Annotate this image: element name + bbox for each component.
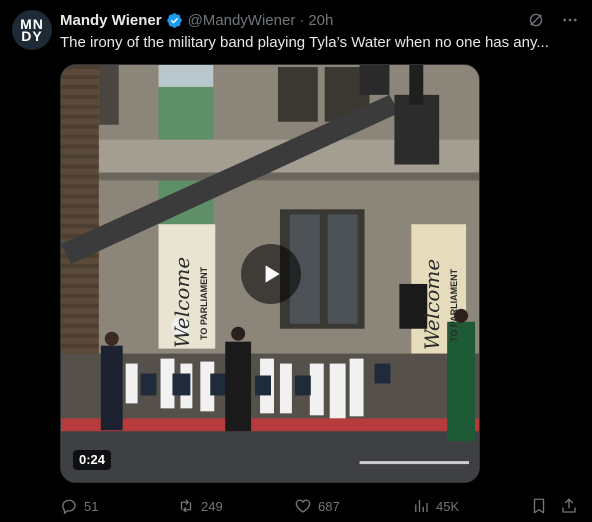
play-button[interactable] — [241, 244, 301, 304]
avatar[interactable]: MN DY — [12, 10, 52, 50]
repost-icon — [180, 499, 192, 513]
banner-left-caption: TO PARLIAMENT — [199, 266, 209, 340]
share-icon — [562, 498, 576, 513]
views-count: 45K — [436, 498, 460, 514]
repost-button[interactable]: 249 — [177, 497, 223, 515]
repost-count: 249 — [201, 498, 223, 514]
views-chart-icon — [415, 500, 428, 512]
heart-icon — [295, 499, 311, 513]
tweet-actions: 51 249 687 45K — [60, 496, 580, 516]
banner-left: Welcome TO PARLIAMENT — [170, 257, 209, 348]
grok-icon[interactable] — [526, 10, 546, 30]
reply-button[interactable]: 51 — [60, 497, 98, 515]
reply-icon — [62, 499, 76, 515]
video-duration: 0:24 — [73, 450, 112, 470]
timestamp[interactable]: 20h — [308, 12, 333, 29]
separator-dot: · — [299, 11, 305, 29]
banner-right-script: Welcome — [420, 259, 444, 350]
play-icon — [265, 265, 280, 283]
tweet-text: The irony of the military band playing T… — [60, 34, 549, 51]
video-player[interactable]: Welcome TO PARLIAMENT Welcome TO PARLIAM… — [60, 64, 480, 483]
more-options-icon[interactable] — [560, 10, 580, 30]
author-name[interactable]: Mandy Wiener — [60, 12, 162, 29]
tweet-header: Mandy Wiener @MandyWiener · 20h — [60, 10, 580, 30]
verified-badge-icon — [166, 12, 183, 29]
like-count: 687 — [318, 498, 340, 514]
banner-right: Welcome TO PARLIAMENT — [420, 259, 459, 350]
share-button[interactable] — [560, 497, 578, 515]
bookmark-button[interactable] — [530, 497, 548, 515]
author-handle[interactable]: @MandyWiener — [188, 12, 296, 29]
like-button[interactable]: 687 — [294, 497, 340, 515]
bookmark-icon — [533, 498, 545, 514]
banner-left-script: Welcome — [170, 257, 194, 348]
banner-right-caption: TO PARLIAMENT — [449, 268, 459, 342]
reply-count: 51 — [84, 498, 99, 514]
views-button[interactable]: 45K — [412, 497, 459, 515]
avatar-text-bottom: DY — [21, 28, 43, 44]
